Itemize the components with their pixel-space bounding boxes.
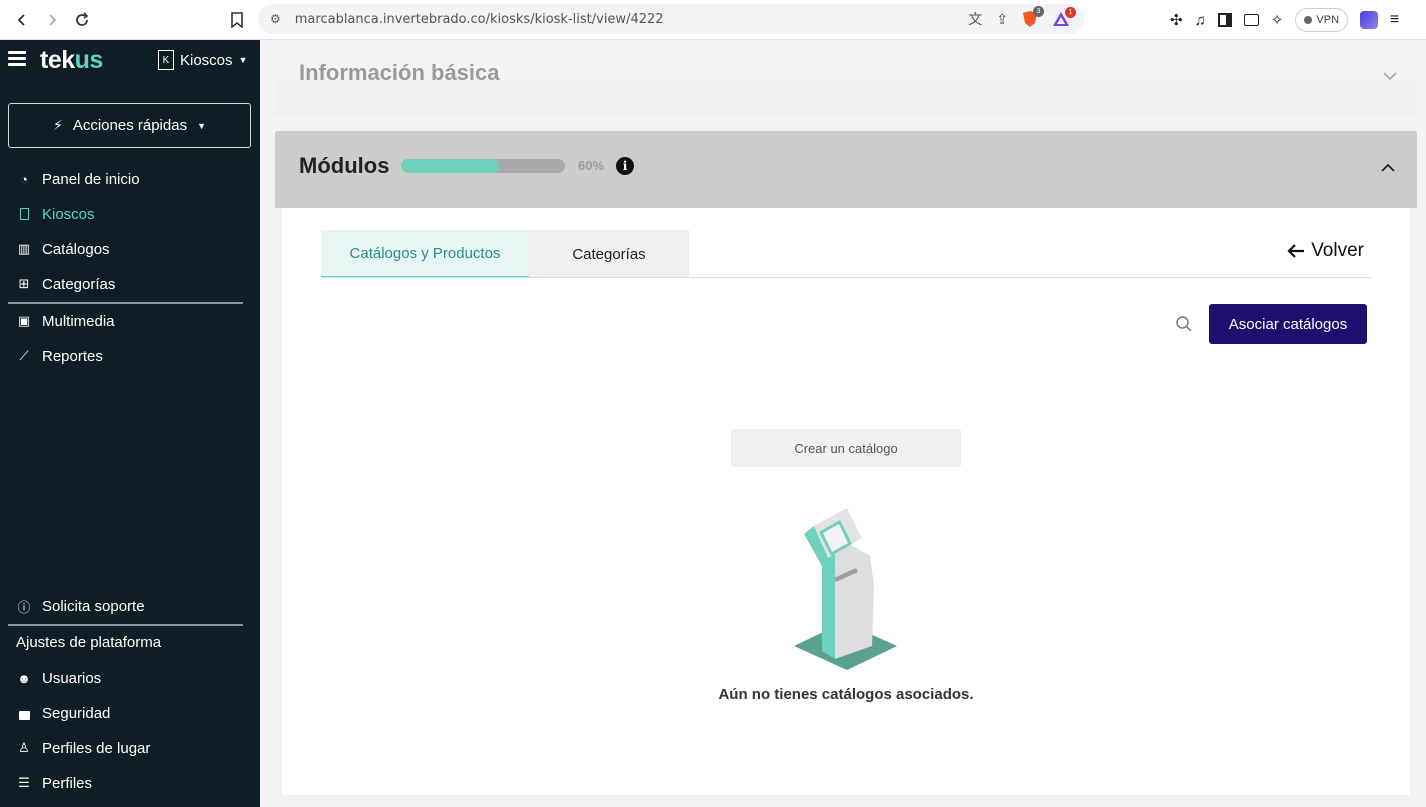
sidebar-item-panel-inicio[interactable]: ◔ Panel de inicio [16,167,140,191]
modules-title: Módulos [299,153,390,178]
dashboard-icon: ◔ [20,171,28,187]
modules-progress-label: 60% [578,158,605,173]
back-button[interactable]: Volver [1287,240,1364,262]
media-icon: ▣ [17,313,31,328]
chevron-up-icon[interactable] [1381,159,1395,175]
wallet-icon[interactable] [1243,14,1259,26]
sidebar-divider [8,302,243,304]
brave-rewards-icon[interactable]: 1 [1052,7,1076,27]
caret-down-icon: ▼ [197,120,206,131]
sidebar-toggle-icon[interactable] [1217,13,1232,27]
bolt-icon: ⚡ [53,117,63,133]
place-profile-icon: ♙ [18,740,30,755]
basic-info-title: Información básica [299,60,500,85]
sidebar-divider [8,624,243,626]
sidebar-item-label: Reportes [42,347,103,365]
reload-icon[interactable] [67,5,97,35]
sidebar-item-soporte[interactable]: ⓘ Solicita soporte [16,594,145,618]
basic-info-panel[interactable]: Información básica [274,40,1417,115]
profile-icon[interactable] [1360,11,1379,29]
sidebar-item-label: Categorías [42,275,116,293]
sidebar-item-label: Solicita soporte [42,597,145,615]
translate-icon[interactable]: 文 [968,9,982,29]
sidebar-item-label: Usuarios [42,669,102,687]
modules-progress-fill [401,159,500,173]
sidebar-item-reportes[interactable]: ⟋ Reportes [16,344,103,368]
brave-shield-icon[interactable]: 3 [1022,6,1044,28]
tab-categorias[interactable]: Categorías [529,230,689,278]
forward-arrow-icon[interactable] [37,5,67,35]
empty-state-message: Aún no tienes catálogos asociados. [718,686,974,703]
users-icon: ☻ [17,670,31,686]
sidebar-item-multimedia[interactable]: ▣ Multimedia [16,309,115,333]
sidebar-item-label: Multimedia [42,312,115,330]
vpn-status-icon [1304,16,1313,24]
main-content: Información básica Módulos 60% i Catálog… [260,40,1426,807]
quick-actions-button[interactable]: ⚡ Acciones rápidas ▼ [8,103,251,148]
hamburger-menu-icon[interactable] [8,51,26,67]
quick-actions-label: Acciones rápidas [72,117,188,134]
sidebar-item-label: Perfiles [42,774,93,792]
site-settings-icon[interactable]: ⚙ [270,12,281,26]
sidebar: tekus K Kioscos ▼ ⚡ Acciones rápidas ▼ ◔… [0,40,260,807]
url-text: marcablanca.invertebrado.co/kiosks/kiosk… [294,11,664,27]
sidebar-item-label: Panel de inicio [42,170,140,188]
back-label: Volver [1311,240,1364,261]
sidebar-item-catalogos[interactable]: ▥ Catálogos [16,237,110,261]
kiosk-k-icon: K [158,50,174,70]
share-icon[interactable]: ⇪ [996,11,1008,28]
vpn-button[interactable]: VPN [1295,8,1349,32]
sidebar-item-label: Catálogos [42,240,110,258]
browser-menu-icon[interactable]: ≡ [1390,11,1399,29]
help-circle-icon: ⓘ [17,599,31,615]
chart-icon: ⟋ [19,348,29,363]
tabs-divider [321,277,1372,278]
caret-down-icon: ▼ [238,55,248,65]
create-catalog-button[interactable]: Crear un catálogo [731,429,961,467]
tab-catalogos-productos[interactable]: Catálogos y Productos [321,230,529,278]
tekus-logo[interactable]: tekus [40,46,103,75]
browser-toolbar: ⚙ marcablanca.invertebrado.co/kiosks/kio… [0,0,1426,40]
kiosk-icon [16,206,32,222]
kiosk-switcher-label: Kioscos [180,51,233,69]
sidebar-item-categorias[interactable]: ⊞ Categorías [16,272,116,296]
sidebar-item-label: Perfiles de lugar [42,739,151,757]
modules-progress-bar [401,159,565,173]
module-tabs: Catálogos y Productos Categorías [321,230,689,278]
sidebar-header: tekus K Kioscos ▼ [0,40,260,84]
modules-panel-header[interactable]: Módulos 60% i [275,131,1417,208]
info-icon[interactable]: i [616,157,634,175]
associate-catalogs-button[interactable]: Asociar catálogos [1209,304,1367,344]
sidebar-item-label: Kioscos [42,205,95,223]
extensions-icon[interactable]: ✣ [1170,11,1183,29]
chevron-down-icon[interactable] [1383,68,1397,84]
profiles-icon: ☰ [18,775,30,790]
kiosk-switcher[interactable]: K Kioscos ▼ [158,50,247,70]
arrow-left-icon [1287,244,1305,258]
book-icon: ▥ [17,241,31,256]
sidebar-item-usuarios[interactable]: ☻ Usuarios [16,666,101,690]
modules-panel-body: Catálogos y Productos Categorías Volver … [282,208,1410,795]
sidebar-item-seguridad[interactable]: Seguridad [16,701,110,725]
back-arrow-icon[interactable] [7,5,37,35]
settings-section-title: Ajustes de plataforma [16,634,162,651]
sidebar-item-perfiles-lugar[interactable]: ♙ Perfiles de lugar [16,736,150,760]
bookmark-icon[interactable] [222,5,252,35]
vpn-label: VPN [1316,14,1340,26]
sidebar-item-perfiles[interactable]: ☰ Perfiles [16,771,92,795]
lock-icon [16,705,32,721]
sidebar-item-label: Seguridad [42,704,111,722]
leo-ai-icon[interactable]: ✧ [1271,11,1284,29]
address-bar[interactable]: ⚙ marcablanca.invertebrado.co/kiosks/kio… [258,4,1084,34]
search-icon[interactable] [1175,315,1193,333]
music-icon[interactable]: ♫ [1195,12,1206,29]
sidebar-item-kioscos[interactable]: Kioscos [16,202,95,226]
kiosk-illustration-icon [794,508,897,670]
category-icon: ⊞ [18,276,30,291]
